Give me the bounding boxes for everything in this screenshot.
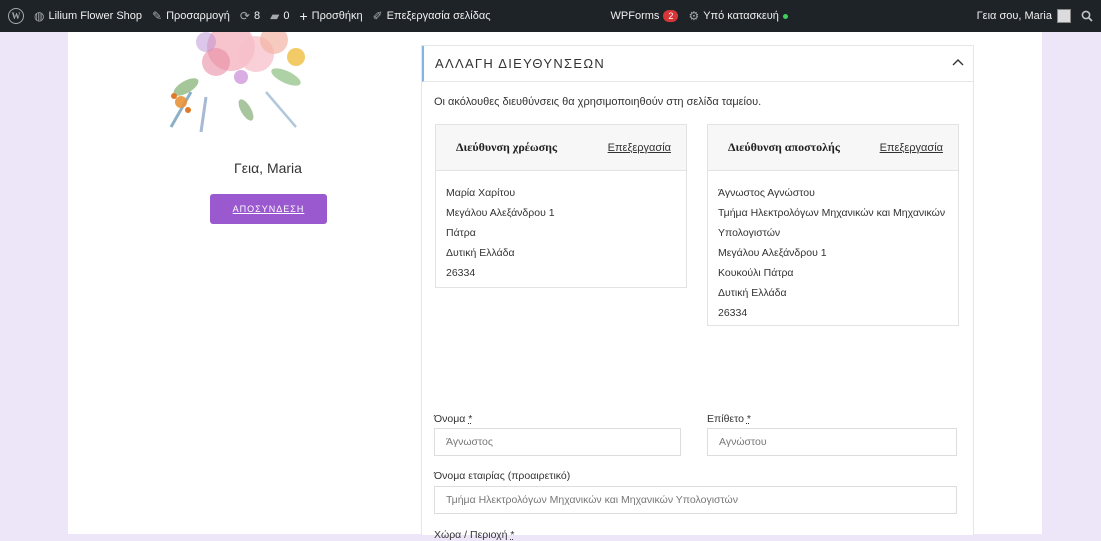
last-name-label: Επίθετο * (707, 413, 751, 425)
billing-edit-link[interactable]: Επεξεργασία (608, 142, 671, 154)
shipping-address-card: Διεύθυνση αποστολής Επεξεργασία Άγνωστος… (707, 124, 959, 326)
adminbar-spacer (496, 0, 576, 32)
flower-illustration (169, 32, 305, 133)
pencil-icon: ✐ (372, 9, 383, 23)
greeting-text: Γεια, Maria (234, 160, 302, 176)
required-mark: * (510, 529, 515, 541)
dashboard-icon: ◍ (34, 9, 45, 23)
address-line: 26334 (446, 267, 476, 279)
address-line: Υπολογιστών (718, 227, 781, 239)
address-line: Πάτρα (446, 227, 476, 239)
address-line: Κουκούλι Πάτρα (718, 267, 794, 279)
company-label: Όνομα εταιρίας (προαιρετικό) (434, 470, 571, 482)
avatar (1057, 9, 1071, 23)
shipping-address-header: Διεύθυνση αποστολής Επεξεργασία (708, 125, 958, 171)
search-icon (1081, 10, 1093, 22)
address-line: Δυτική Ελλάδα (718, 287, 787, 299)
shipping-edit-link[interactable]: Επεξεργασία (880, 142, 943, 154)
wpforms-menu[interactable]: WPForms 2 (606, 0, 684, 32)
last-name-label-text: Επίθετο (707, 413, 744, 425)
maintenance-mode-menu[interactable]: ⚙ Υπό κατασκευή (683, 0, 792, 32)
wp-logo-menu[interactable]: W (0, 0, 29, 32)
my-account-menu[interactable]: Γεια σου, Maria (972, 0, 1076, 32)
panel-title: ΑΛΛΑΓΗ ΔΙΕΥΘΥΝΣΕΩΝ (435, 56, 606, 71)
last-name-input[interactable]: Αγνώστου (707, 428, 957, 456)
customize-label: Προσαρμογή (166, 10, 230, 22)
logout-button[interactable]: ΑΠΟΣΥΝΔΕΣΗ (210, 194, 327, 224)
first-name-label: Όνομα * (434, 413, 472, 425)
address-line: 26334 (718, 307, 748, 319)
address-line: Μεγάλου Αλεξάνδρου 1 (718, 247, 827, 259)
updates-link[interactable]: ⟳ 8 (235, 0, 265, 32)
billing-address-body: Μαρία Χαρίτου Μεγάλου Αλεξάνδρου 1 Πάτρα… (436, 171, 686, 295)
billing-address-title: Διεύθυνση χρέωσης (456, 140, 558, 154)
howdy-label: Γεια σου, Maria (976, 10, 1052, 22)
address-line: Μαρία Χαρίτου (446, 187, 516, 199)
required-mark: * (468, 413, 473, 425)
status-dot-icon (782, 13, 788, 19)
new-content-menu[interactable]: + Προσθήκη (294, 0, 367, 32)
site-name-menu[interactable]: ◍ Lilium Flower Shop (29, 0, 147, 32)
admin-bar: W ◍ Lilium Flower Shop ✎ Προσαρμογή ⟳ 8 … (0, 0, 1101, 32)
address-line: Δυτική Ελλάδα (446, 247, 515, 259)
addresses-panel: ΑΛΛΑΓΗ ΔΙΕΥΘΥΝΣΕΩΝ Οι ακόλουθες διευθύνσ… (421, 45, 974, 541)
addresses-panel-header[interactable]: ΑΛΛΑΓΗ ΔΙΕΥΘΥΝΣΕΩΝ (422, 46, 973, 82)
country-label-text: Χώρα / Περιοχή (434, 529, 508, 541)
required-mark: * (746, 413, 751, 425)
brush-icon: ✎ (152, 9, 163, 23)
edit-page-link[interactable]: ✐ Επεξεργασία σελίδας (368, 0, 496, 32)
new-label: Προσθήκη (311, 10, 363, 22)
address-line: Άγνωστος Αγνώστου (718, 187, 815, 199)
company-input[interactable]: Τμήμα Ηλεκτρολόγων Μηχανικών και Μηχανικ… (434, 486, 957, 514)
first-name-input[interactable]: Άγνωστος (434, 428, 681, 456)
chevron-up-icon[interactable] (951, 56, 965, 70)
first-name-label-text: Όνομα (434, 413, 466, 425)
billing-address-card: Διεύθυνση χρέωσης Επεξεργασία Μαρία Χαρί… (435, 124, 687, 288)
gear-icon: ⚙ (688, 9, 700, 23)
wpforms-label: WPForms (610, 10, 660, 22)
search-button[interactable] (1076, 0, 1101, 32)
maintenance-label: Υπό κατασκευή (703, 10, 779, 22)
wordpress-icon: W (8, 8, 24, 24)
customize-link[interactable]: ✎ Προσαρμογή (147, 0, 235, 32)
shipping-address-title: Διεύθυνση αποστολής (728, 140, 840, 154)
comments-count: 0 (283, 10, 290, 22)
country-label: Χώρα / Περιοχή * (434, 529, 515, 541)
shipping-address-body: Άγνωστος Αγνώστου Τμήμα Ηλεκτρολόγων Μηχ… (708, 171, 958, 335)
updates-icon: ⟳ (239, 9, 250, 23)
account-page: Γεια, Maria ΑΠΟΣΥΝΔΕΣΗ ΑΛΛΑΓΗ ΔΙΕΥΘΥΝΣΕΩ… (68, 32, 1042, 541)
site-name: Lilium Flower Shop (48, 10, 143, 22)
comments-link[interactable]: ▰ 0 (265, 0, 294, 32)
wpforms-badge: 2 (663, 10, 679, 22)
plus-icon: + (299, 8, 308, 24)
updates-count: 8 (253, 10, 261, 22)
address-line: Μεγάλου Αλεξάνδρου 1 (446, 207, 555, 219)
addresses-intro: Οι ακόλουθες διευθύνσεις θα χρησιμοποιηθ… (434, 96, 762, 108)
comment-icon: ▰ (270, 9, 280, 23)
billing-address-header: Διεύθυνση χρέωσης Επεξεργασία (436, 125, 686, 171)
address-line: Τμήμα Ηλεκτρολόγων Μηχανικών και Μηχανικ… (718, 207, 946, 219)
edit-page-label: Επεξεργασία σελίδας (386, 10, 491, 22)
